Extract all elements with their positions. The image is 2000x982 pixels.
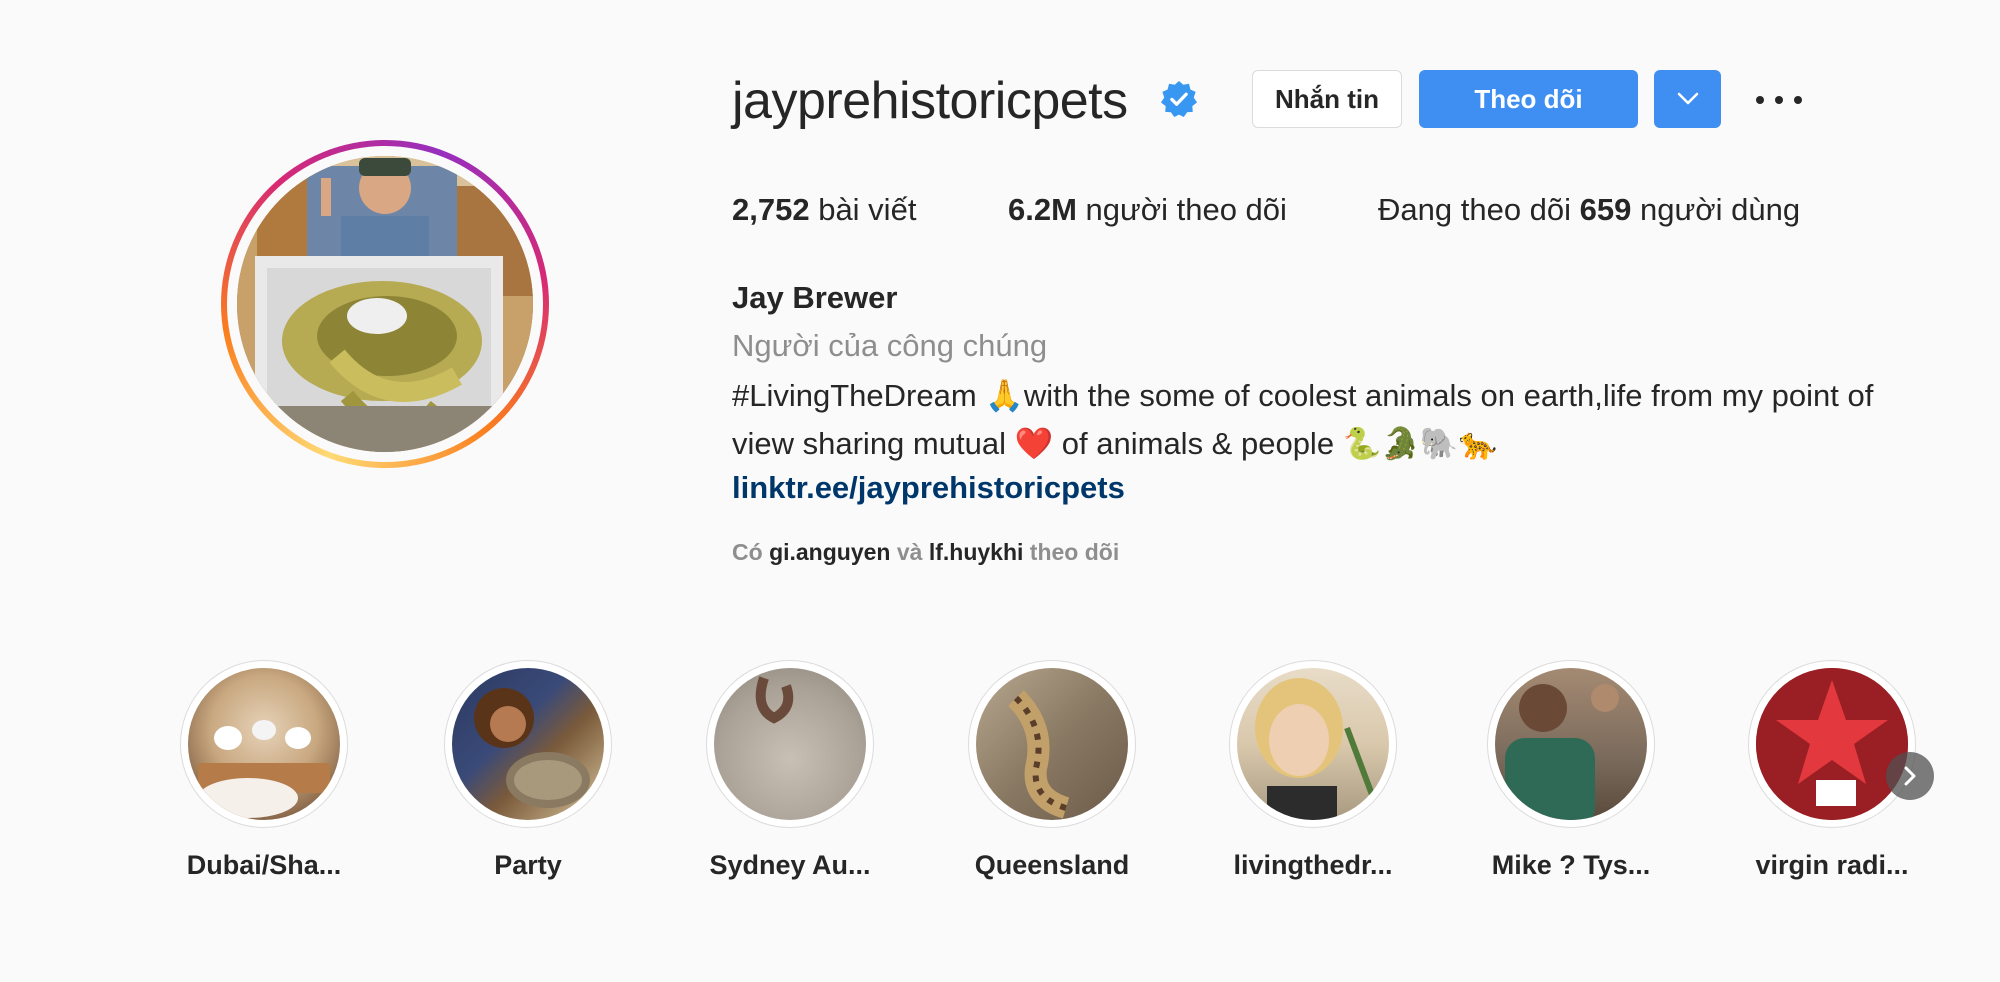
highlight-ring <box>1229 660 1397 828</box>
bio-line: #LivingTheDream 🙏with the some of cooles… <box>732 378 1874 413</box>
verified-badge-icon <box>1160 80 1198 118</box>
highlight-ring <box>1487 660 1655 828</box>
more-options-button[interactable] <box>1756 80 1802 120</box>
highlight-thumbnail <box>452 668 604 820</box>
followed-by-suffix: theo dõi <box>1029 539 1120 565</box>
highlight-ring <box>444 660 612 828</box>
highlight-item[interactable]: livingthedr... <box>1228 660 1398 882</box>
follow-button[interactable]: Theo dõi <box>1419 70 1638 128</box>
chevron-right-icon <box>1904 766 1916 786</box>
highlight-ring <box>706 660 874 828</box>
highlight-label: Party <box>494 850 562 880</box>
profile-category: Người của công chúng <box>732 328 1048 363</box>
highlights-next-button[interactable] <box>1886 752 1934 800</box>
followers-count: 6.2M <box>1008 192 1077 227</box>
profile-website-link[interactable]: linktr.ee/jayprehistoricpets <box>732 468 1125 508</box>
highlight-item[interactable]: Mike ? Tys... <box>1486 660 1656 882</box>
posts-count: 2,752 <box>732 192 810 227</box>
highlight-thumbnail <box>1237 668 1389 820</box>
posts-stat: 2,752 bài viết <box>732 190 916 230</box>
followed-by-conjunction: và <box>896 539 923 565</box>
highlight-label: livingthedr... <box>1233 850 1393 880</box>
highlight-thumbnail <box>976 668 1128 820</box>
highlight-label: virgin radi... <box>1755 850 1909 880</box>
followers-label: người theo dõi <box>1085 192 1287 227</box>
posts-label: bài viết <box>818 192 917 227</box>
highlight-item[interactable]: Sydney Au... <box>705 660 875 882</box>
followers-stat[interactable]: 6.2M người theo dõi <box>1008 190 1287 230</box>
avatar-image <box>237 156 533 452</box>
highlight-ring <box>1748 660 1916 828</box>
following-stat[interactable]: Đang theo dõi 659 người dùng <box>1378 190 1800 230</box>
highlight-label: Mike ? Tys... <box>1491 850 1651 880</box>
following-label: người dùng <box>1640 192 1801 227</box>
profile-avatar[interactable] <box>221 140 549 468</box>
highlight-label: Dubai/Sha... <box>186 850 342 880</box>
highlight-ring <box>180 660 348 828</box>
highlight-thumbnail <box>714 668 866 820</box>
highlight-thumbnail <box>188 668 340 820</box>
dot-icon <box>1756 96 1764 104</box>
dot-icon <box>1794 96 1802 104</box>
following-count: 659 <box>1579 192 1632 227</box>
highlight-item[interactable]: Party <box>443 660 613 882</box>
followed-by-user-link[interactable]: gi.anguyen <box>769 539 890 565</box>
chevron-down-icon <box>1677 92 1698 105</box>
highlight-thumbnail <box>1495 668 1647 820</box>
profile-full-name: Jay Brewer <box>732 280 898 315</box>
followed-by-prefix: Có <box>732 539 763 565</box>
bio-line: view sharing mutual ❤️ of animals & peop… <box>732 426 1498 461</box>
followed-by-text: Có gi.anguyen và lf.huykhi theo dõi <box>732 537 1119 567</box>
dot-icon <box>1775 96 1783 104</box>
message-button[interactable]: Nhắn tin <box>1252 70 1402 128</box>
highlight-item[interactable]: Dubai/Sha... <box>179 660 349 882</box>
following-prefix: Đang theo dõi <box>1378 192 1572 227</box>
profile-bio: #LivingTheDream 🙏with the some of cooles… <box>732 372 1952 468</box>
highlight-thumbnail <box>1756 668 1908 820</box>
highlight-ring <box>968 660 1136 828</box>
suggested-accounts-dropdown-button[interactable] <box>1654 70 1721 128</box>
profile-username: jayprehistoricpets <box>732 72 1128 130</box>
highlight-label: Sydney Au... <box>709 850 871 880</box>
highlight-item[interactable]: Queensland <box>967 660 1137 882</box>
followed-by-user-link[interactable]: lf.huykhi <box>929 539 1024 565</box>
highlight-label: Queensland <box>974 850 1130 880</box>
